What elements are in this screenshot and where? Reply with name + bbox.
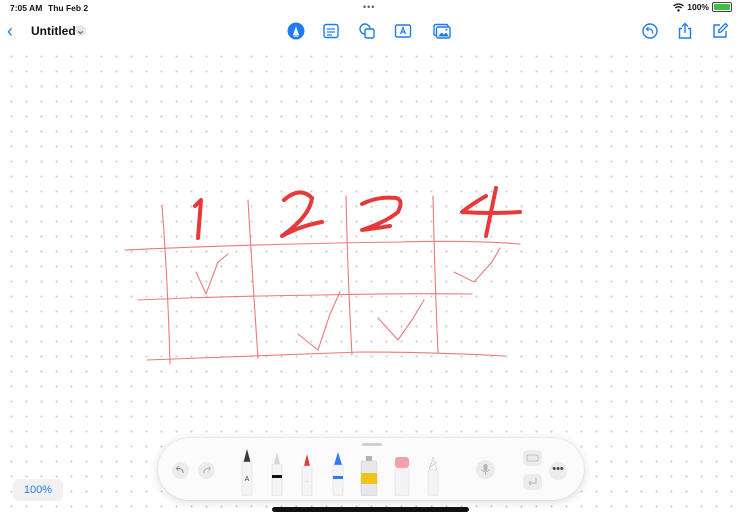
home-indicator[interactable] bbox=[272, 507, 469, 512]
media-tool-icon[interactable] bbox=[433, 22, 451, 40]
keyboard-icon[interactable] bbox=[523, 450, 542, 466]
palette-grabber[interactable] bbox=[362, 443, 382, 446]
text-tool-icon[interactable] bbox=[394, 22, 412, 40]
new-board-icon[interactable] bbox=[711, 22, 729, 40]
marker-tool[interactable]: ·· bbox=[298, 448, 316, 496]
status-date: Thu Feb 2 bbox=[48, 3, 89, 13]
toolbar: ‹ Untitled bbox=[0, 14, 740, 48]
pen-tool[interactable]: A bbox=[238, 448, 256, 496]
svg-text:··: ·· bbox=[305, 479, 309, 485]
status-right: 100% bbox=[673, 2, 732, 12]
eraser-tool[interactable] bbox=[392, 448, 412, 496]
zoom-level-button[interactable]: 100% bbox=[13, 479, 63, 501]
pen-tool-icon[interactable] bbox=[287, 22, 305, 40]
monoline-tool[interactable] bbox=[268, 448, 286, 496]
status-bar: 7:05 AM Thu Feb 2 ••• 100% bbox=[0, 0, 740, 14]
undo-button[interactable] bbox=[172, 462, 189, 479]
lasso-tool[interactable] bbox=[424, 448, 442, 496]
document-title[interactable]: Untitled bbox=[31, 24, 76, 38]
undo-history-icon[interactable] bbox=[641, 22, 659, 40]
multitasking-dots-icon[interactable]: ••• bbox=[363, 2, 375, 12]
battery-icon bbox=[712, 2, 732, 12]
share-icon[interactable] bbox=[676, 22, 694, 40]
handwritten-numbers bbox=[193, 186, 522, 240]
freeform-canvas[interactable]: 1 2 3 4 bbox=[0, 48, 740, 428]
text-box-tool-icon[interactable] bbox=[322, 22, 340, 40]
title-menu-chevron-icon[interactable] bbox=[75, 25, 86, 36]
redo-button[interactable] bbox=[198, 462, 215, 479]
return-key-icon[interactable] bbox=[523, 474, 542, 490]
back-chevron-icon[interactable]: ‹ bbox=[7, 22, 13, 40]
dictation-mic-icon[interactable] bbox=[476, 460, 495, 479]
status-time: 7:05 AM bbox=[10, 3, 43, 13]
shapes-tool-icon[interactable] bbox=[358, 22, 376, 40]
fountain-pen-tool[interactable] bbox=[358, 448, 380, 496]
more-options-icon[interactable]: ••• bbox=[549, 462, 567, 480]
crayon-tool[interactable] bbox=[329, 448, 347, 496]
tool-palette: A ·· ••• bbox=[158, 438, 584, 500]
wifi-icon bbox=[673, 2, 685, 12]
battery-percent: 100% bbox=[687, 2, 709, 12]
svg-text:A: A bbox=[245, 476, 250, 483]
